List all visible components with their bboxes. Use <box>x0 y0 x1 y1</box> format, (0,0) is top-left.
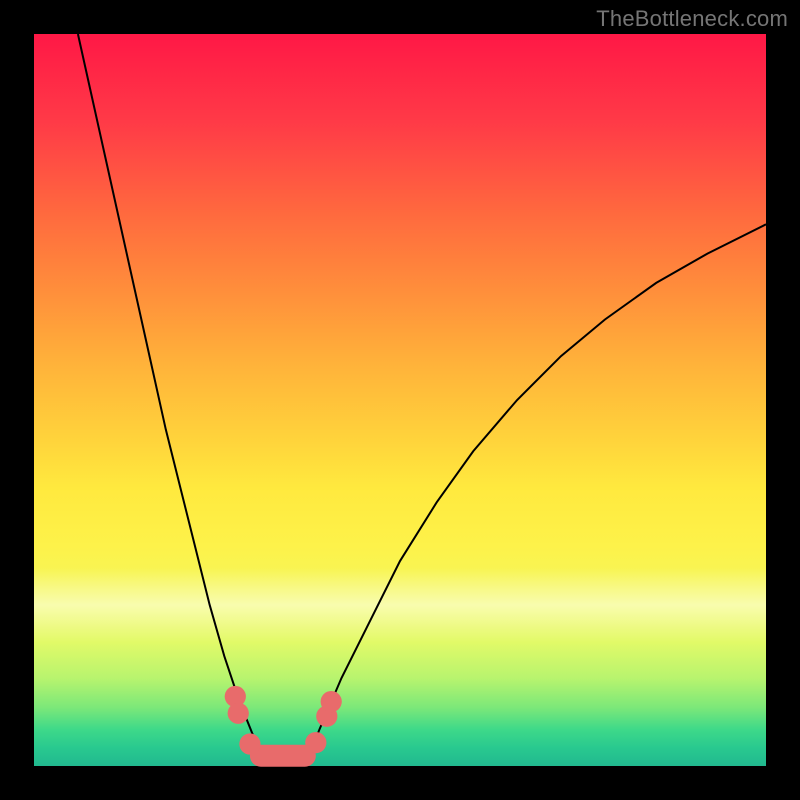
watermark-text: TheBottleneck.com <box>596 6 788 32</box>
chart-frame: TheBottleneck.com <box>0 0 800 800</box>
curve-layer <box>34 34 766 766</box>
plot-area <box>34 34 766 766</box>
curve-right-branch <box>305 224 766 766</box>
marker-dot <box>321 691 342 712</box>
marker-dots <box>225 686 342 755</box>
curve-left-branch <box>78 34 261 766</box>
marker-dot <box>228 703 249 724</box>
marker-dot <box>305 732 326 753</box>
marker-dot <box>239 733 260 754</box>
